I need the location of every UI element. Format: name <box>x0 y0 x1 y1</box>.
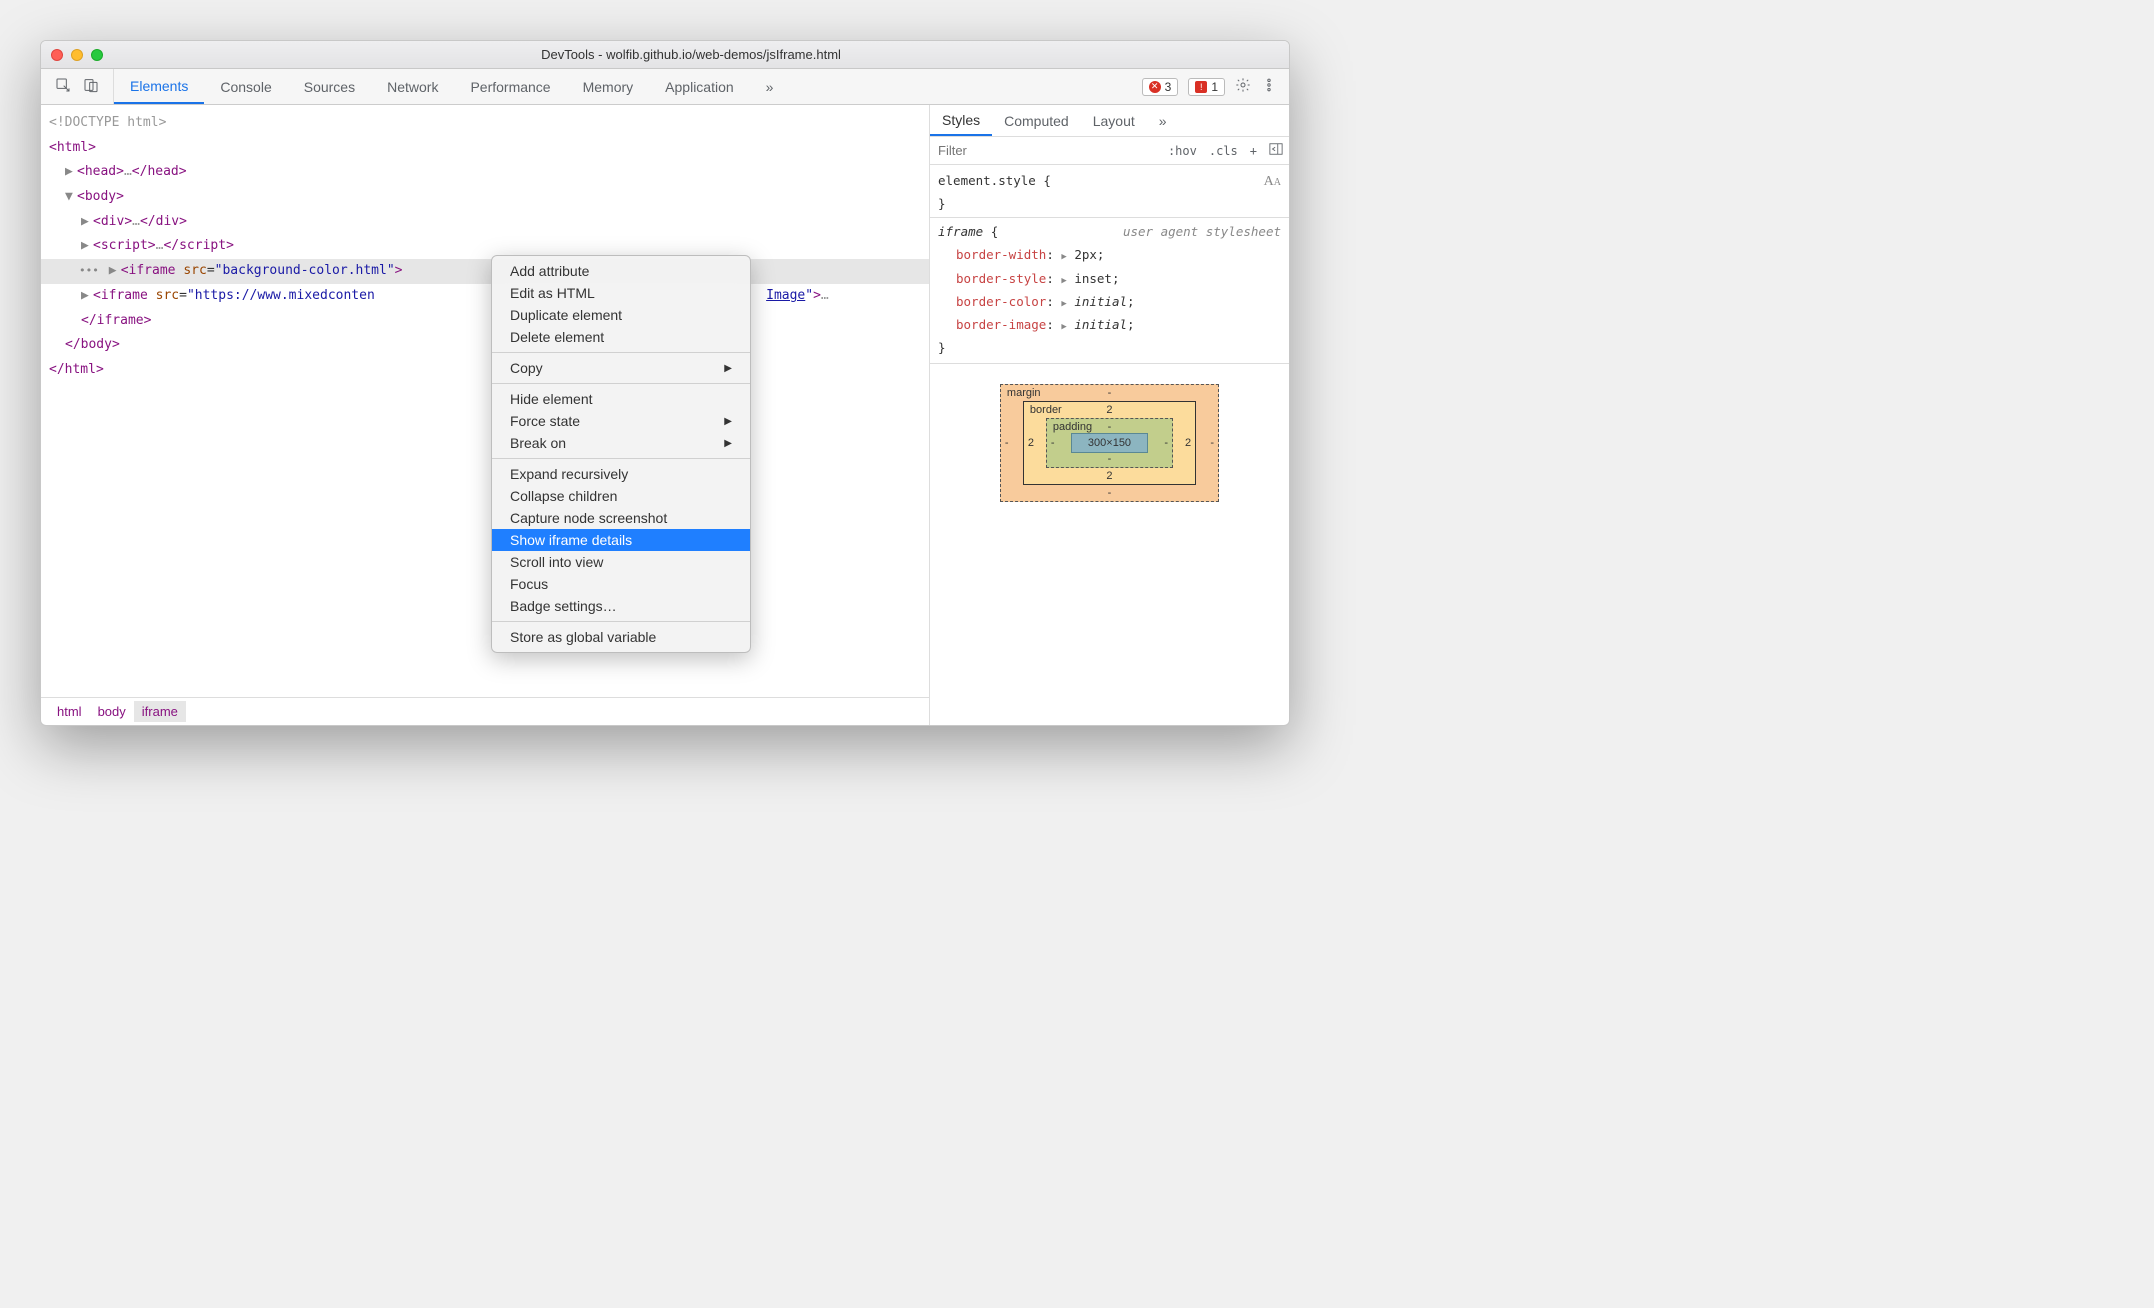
element-style-selector: element.style <box>938 173 1036 188</box>
crumb-html[interactable]: html <box>49 701 90 722</box>
iframe-src-link[interactable]: background-color.html <box>222 263 386 278</box>
filter-row: :hov .cls + <box>930 137 1289 165</box>
iframe-src-link[interactable]: https://www.mixedconten <box>195 288 375 303</box>
error-badge[interactable]: ✕ 3 <box>1142 78 1179 96</box>
box-model[interactable]: margin - - - - border 2 2 2 2 padding - <box>930 364 1289 522</box>
tab-performance[interactable]: Performance <box>454 69 566 104</box>
expand-icon[interactable]: ▶ <box>81 284 93 309</box>
menu-delete-element[interactable]: Delete element <box>492 326 750 348</box>
menu-capture-screenshot[interactable]: Capture node screenshot <box>492 507 750 529</box>
issue-icon: ! <box>1195 81 1207 93</box>
tab-console[interactable]: Console <box>204 69 287 104</box>
styles-tabs: Styles Computed Layout » <box>930 105 1289 137</box>
traffic-lights <box>51 49 103 61</box>
close-icon[interactable] <box>51 49 63 61</box>
chevron-right-icon: ▶ <box>724 416 732 427</box>
expand-icon[interactable]: ▶ <box>65 160 77 185</box>
issue-count: 1 <box>1211 80 1218 94</box>
iframe-selector: iframe <box>938 224 983 239</box>
tab-layout[interactable]: Layout <box>1081 105 1147 136</box>
menu-separator <box>492 352 750 353</box>
dom-tree[interactable]: <!DOCTYPE html> <html> ▶<head>…</head> ▼… <box>41 105 929 697</box>
main-tabs: Elements Console Sources Network Perform… <box>114 69 1130 104</box>
menu-break-on[interactable]: Break on▶ <box>492 432 750 454</box>
crumb-body[interactable]: body <box>90 701 134 722</box>
devtools-window: DevTools - wolfib.github.io/web-demos/js… <box>40 40 1290 726</box>
cls-button[interactable]: .cls <box>1203 144 1244 158</box>
doctype: <!DOCTYPE html> <box>49 115 166 130</box>
elements-pane: <!DOCTYPE html> <html> ▶<head>…</head> ▼… <box>41 105 929 725</box>
tab-elements[interactable]: Elements <box>114 69 204 104</box>
menu-separator <box>492 621 750 622</box>
expand-icon[interactable]: ▶ <box>109 259 121 284</box>
menu-separator <box>492 458 750 459</box>
content: <!DOCTYPE html> <html> ▶<head>…</head> ▼… <box>41 105 1289 725</box>
menu-store-global[interactable]: Store as global variable <box>492 626 750 648</box>
menu-expand-recursively[interactable]: Expand recursively <box>492 463 750 485</box>
context-menu: Add attribute Edit as HTML Duplicate ele… <box>491 255 751 653</box>
new-rule-button[interactable]: + <box>1244 144 1263 158</box>
tabs-overflow-icon[interactable]: » <box>750 69 790 104</box>
tab-styles[interactable]: Styles <box>930 105 992 136</box>
hov-button[interactable]: :hov <box>1162 144 1203 158</box>
menu-copy[interactable]: Copy▶ <box>492 357 750 379</box>
toolbar: Elements Console Sources Network Perform… <box>41 69 1289 105</box>
zoom-icon[interactable] <box>91 49 103 61</box>
tab-application[interactable]: Application <box>649 69 750 104</box>
menu-edit-as-html[interactable]: Edit as HTML <box>492 282 750 304</box>
window-title: DevTools - wolfib.github.io/web-demos/js… <box>103 47 1279 62</box>
menu-separator <box>492 383 750 384</box>
styles-tabs-overflow-icon[interactable]: » <box>1147 105 1179 136</box>
selected-node[interactable]: ••• ▶<iframe src="background-color.html"… <box>41 259 929 284</box>
menu-hide-element[interactable]: Hide element <box>492 388 750 410</box>
menu-duplicate-element[interactable]: Duplicate element <box>492 304 750 326</box>
menu-focus[interactable]: Focus <box>492 573 750 595</box>
tab-network[interactable]: Network <box>371 69 454 104</box>
more-icon[interactable] <box>1261 77 1277 96</box>
minimize-icon[interactable] <box>71 49 83 61</box>
expand-icon[interactable]: ▶ <box>81 210 93 235</box>
issue-badge[interactable]: ! 1 <box>1188 78 1225 96</box>
menu-scroll-into-view[interactable]: Scroll into view <box>492 551 750 573</box>
expand-icon[interactable]: ▶ <box>81 234 93 259</box>
tab-computed[interactable]: Computed <box>992 105 1081 136</box>
styles-pane: Styles Computed Layout » :hov .cls + ele… <box>929 105 1289 725</box>
box-model-content: 300×150 <box>1071 433 1148 453</box>
tab-memory[interactable]: Memory <box>567 69 650 104</box>
crumb-iframe[interactable]: iframe <box>134 701 186 722</box>
titlebar: DevTools - wolfib.github.io/web-demos/js… <box>41 41 1289 69</box>
font-size-icon[interactable]: AA <box>1264 169 1281 195</box>
menu-add-attribute[interactable]: Add attribute <box>492 260 750 282</box>
html-open: <html> <box>49 140 96 155</box>
inspect-icon[interactable] <box>55 77 71 96</box>
sidebar-toggle-icon[interactable] <box>1263 142 1289 159</box>
chevron-right-icon: ▶ <box>724 438 732 449</box>
chevron-right-icon: ▶ <box>724 363 732 374</box>
error-count: 3 <box>1165 80 1172 94</box>
error-icon: ✕ <box>1149 81 1161 93</box>
menu-collapse-children[interactable]: Collapse children <box>492 485 750 507</box>
gutter-dots-icon: ••• <box>79 264 99 277</box>
ua-stylesheet-label: user agent stylesheet <box>1123 220 1281 243</box>
settings-icon[interactable] <box>1235 77 1251 96</box>
menu-show-iframe-details[interactable]: Show iframe details <box>492 529 750 551</box>
device-toggle-icon[interactable] <box>83 77 99 96</box>
filter-input[interactable] <box>930 143 1162 158</box>
menu-force-state[interactable]: Force state▶ <box>492 410 750 432</box>
breadcrumbs: html body iframe <box>41 697 929 725</box>
styles-rules[interactable]: element.style {AA } iframe { user agent … <box>930 165 1289 363</box>
menu-badge-settings[interactable]: Badge settings… <box>492 595 750 617</box>
tab-sources[interactable]: Sources <box>288 69 371 104</box>
collapse-icon[interactable]: ▼ <box>65 185 77 210</box>
